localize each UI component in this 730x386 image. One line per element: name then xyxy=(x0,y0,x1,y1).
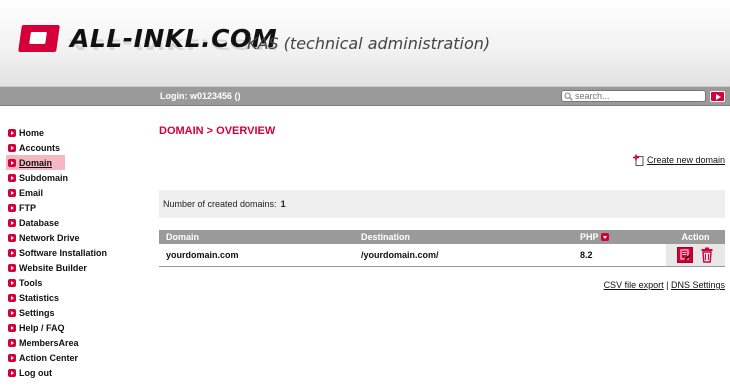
trash-icon xyxy=(701,247,712,263)
arrow-bullet-icon xyxy=(8,143,16,152)
cell-destination: /yourdomain.com/ xyxy=(354,244,573,267)
arrow-bullet-icon xyxy=(8,173,16,182)
sidebar-item-label: Email xyxy=(19,187,44,198)
edit-icon xyxy=(680,249,691,261)
sidebar-item-label: Website Builder xyxy=(19,262,87,273)
table-row: yourdomain.com /yourdomain.com/ 8.2 xyxy=(159,244,725,267)
arrow-bullet-icon xyxy=(8,308,16,317)
sidebar-item-label: Help / FAQ xyxy=(19,322,65,333)
sidebar-item-ftp[interactable]: FTP xyxy=(8,200,158,215)
search-input[interactable] xyxy=(573,91,695,101)
sidebar-item-domain[interactable]: Domain xyxy=(6,155,65,170)
search-icon xyxy=(564,91,573,101)
table-header-row: Domain Destination PHP Action xyxy=(159,230,725,244)
arrow-bullet-icon xyxy=(8,263,16,272)
sidebar-item-label: FTP xyxy=(19,202,36,213)
create-new-domain-label: Create new domain xyxy=(646,155,725,165)
sidebar-item-label: Database xyxy=(19,217,60,228)
sidebar-item-software-installation[interactable]: Software Installation xyxy=(8,245,158,260)
sidebar-item-label: Statistics xyxy=(19,292,60,303)
header: ALL-INKL.COM ALL-INKL.COM KAS (technical… xyxy=(0,0,730,86)
php-header-label: PHP xyxy=(580,232,599,242)
arrow-bullet-icon xyxy=(8,158,16,167)
cell-domain: yourdomain.com xyxy=(159,244,354,267)
app-subtitle: KAS (technical administration) xyxy=(247,34,491,53)
arrow-bullet-icon xyxy=(8,203,16,212)
domain-count-box: Number of created domains: 1 xyxy=(159,190,725,218)
arrow-bullet-icon xyxy=(8,248,16,257)
sidebar-item-membersarea[interactable]: MembersArea xyxy=(8,335,158,350)
column-header-destination: Destination xyxy=(354,230,573,244)
arrow-bullet-icon xyxy=(8,188,16,197)
login-info: Login: w0123456 () xyxy=(160,91,241,101)
domain-count-label: Number of created domains: xyxy=(163,199,277,209)
arrow-bullet-icon xyxy=(8,338,16,347)
domain-count-value: 1 xyxy=(280,199,286,209)
create-new-domain-link[interactable]: Create new domain xyxy=(632,154,725,166)
arrow-bullet-icon xyxy=(8,323,16,332)
domains-table: Domain Destination PHP Action yourdomain… xyxy=(159,230,725,267)
sidebar-item-label: Accounts xyxy=(19,142,61,153)
sidebar-nav: Home Accounts Domain Subdomain Email FTP… xyxy=(6,125,158,380)
sidebar-item-label: Subdomain xyxy=(19,172,68,183)
csv-export-link[interactable]: CSV file export xyxy=(604,280,664,290)
sidebar-item-home[interactable]: Home xyxy=(8,125,158,140)
arrow-bullet-icon xyxy=(8,218,16,227)
logo[interactable]: ALL-INKL.COM ALL-INKL.COM xyxy=(18,24,277,64)
column-header-action: Action xyxy=(666,230,725,244)
search-submit-button[interactable] xyxy=(710,91,725,102)
sidebar-item-label: Settings xyxy=(19,307,55,318)
arrow-bullet-icon xyxy=(8,368,16,377)
sidebar-item-network-drive[interactable]: Network Drive xyxy=(8,230,158,245)
top-bar: Login: w0123456 () xyxy=(0,86,730,106)
arrow-bullet-icon xyxy=(8,353,16,362)
edit-button[interactable] xyxy=(676,247,693,263)
search-box xyxy=(561,90,706,102)
sidebar-item-log-out[interactable]: Log out xyxy=(8,365,158,380)
sidebar-item-label: Home xyxy=(19,127,45,138)
arrow-bullet-icon xyxy=(8,233,16,242)
cell-action xyxy=(666,244,725,267)
cell-php: 8.2 xyxy=(573,244,666,267)
sidebar-item-tools[interactable]: Tools xyxy=(8,275,158,290)
sidebar-item-settings[interactable]: Settings xyxy=(8,305,158,320)
link-separator: | xyxy=(666,280,669,290)
arrow-bullet-icon xyxy=(8,128,16,137)
footer-links: CSV file export | DNS Settings xyxy=(604,280,725,290)
dns-settings-link[interactable]: DNS Settings xyxy=(671,280,725,290)
column-header-domain: Domain xyxy=(159,230,354,244)
sidebar-item-label: Software Installation xyxy=(19,247,108,258)
sidebar-item-database[interactable]: Database xyxy=(8,215,158,230)
arrow-bullet-icon xyxy=(8,278,16,287)
sidebar-item-email[interactable]: Email xyxy=(8,185,158,200)
sidebar-item-action-center[interactable]: Action Center xyxy=(8,350,158,365)
sidebar-item-label: Domain xyxy=(19,157,53,168)
column-header-php[interactable]: PHP xyxy=(573,230,666,244)
sidebar-item-label: Tools xyxy=(19,277,43,288)
page-title: DOMAIN > OVERVIEW xyxy=(159,125,276,137)
delete-button[interactable] xyxy=(699,247,715,263)
sort-icon[interactable] xyxy=(600,233,609,241)
logo-mark-icon xyxy=(18,24,66,54)
sidebar-item-label: Log out xyxy=(19,367,52,378)
sidebar-item-help-faq[interactable]: Help / FAQ xyxy=(8,320,158,335)
add-document-icon xyxy=(632,154,644,166)
sidebar-item-subdomain[interactable]: Subdomain xyxy=(8,170,158,185)
sidebar-item-label: MembersArea xyxy=(19,337,79,348)
arrow-bullet-icon xyxy=(8,293,16,302)
sidebar-item-label: Network Drive xyxy=(19,232,80,243)
sidebar-item-label: Action Center xyxy=(19,352,79,363)
sidebar-item-statistics[interactable]: Statistics xyxy=(8,290,158,305)
sidebar-item-website-builder[interactable]: Website Builder xyxy=(8,260,158,275)
sidebar-item-accounts[interactable]: Accounts xyxy=(8,140,158,155)
